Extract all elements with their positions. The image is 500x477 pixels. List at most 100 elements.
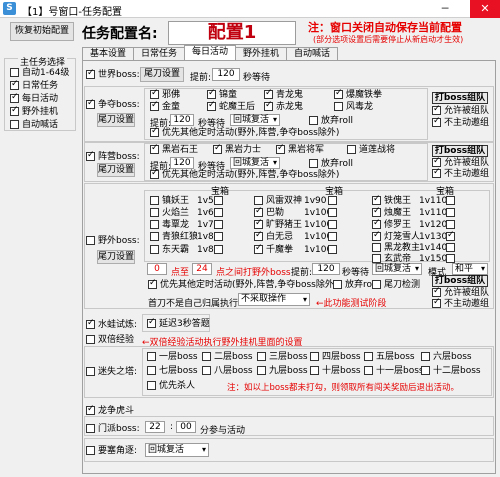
abandon-roll[interactable]: 放弃roll [309,159,353,170]
checkbox[interactable] [310,366,319,375]
priority-kill[interactable]: 优先杀人 [147,381,195,392]
contend-boss-item[interactable]: 金童 [150,100,180,113]
checkbox[interactable] [446,208,455,217]
checkbox[interactable] [364,352,373,361]
revive-select[interactable]: 回城复活 [230,157,280,169]
field-boss-item[interactable]: 黑龙教主 [372,243,420,254]
checkbox[interactable] [150,196,159,205]
checkbox[interactable] [10,79,19,90]
abandon-roll[interactable]: 放弃roll [333,280,377,291]
priority-option[interactable]: 优先其他定时活动(野外,阵营,争夺boss除外) [150,126,339,139]
checkbox[interactable] [328,245,337,254]
allow-team[interactable]: 允许被组队 [432,156,489,169]
checkbox[interactable] [86,98,95,109]
checkbox[interactable] [333,280,342,289]
world-boss-tail-button[interactable]: 尾刀设置 [140,67,184,82]
checkbox[interactable] [86,68,95,79]
checkbox[interactable] [86,236,95,245]
field-boss-toggle[interactable]: 野外boss: [86,236,140,247]
main-task-item[interactable]: 日常任务 [10,79,58,92]
main-task-item[interactable]: 每日活动 [10,92,58,105]
checkbox[interactable] [372,218,381,229]
maze-floor[interactable]: 四层boss [310,352,361,363]
checkbox[interactable] [372,243,381,252]
checkbox[interactable] [150,168,159,179]
checkbox[interactable] [213,143,222,154]
checkbox[interactable] [432,167,441,178]
chest-checkbox[interactable] [214,232,226,243]
priority-option[interactable]: 优先其他定时活动(野外,阵营,争夺boss除外) [150,168,339,181]
field-boss-item[interactable]: 青狼红狼 [150,232,198,243]
tab-shout[interactable]: 自动喊话 [286,47,338,61]
no-group[interactable]: 不主动邀组 [432,167,489,180]
main-task-item[interactable]: 野外挂机 [10,105,58,118]
checkbox[interactable] [372,280,381,289]
chest-checkbox[interactable] [214,208,226,219]
camp-boss-item[interactable]: 道莲战将 [347,145,395,156]
checkbox[interactable] [150,245,159,254]
checkbox[interactable] [147,352,156,361]
checkbox[interactable] [432,297,441,308]
checkbox[interactable] [257,366,266,375]
checkbox[interactable] [214,220,223,229]
contend-boss-item[interactable]: 蛇魔王后 [207,100,255,113]
chest-checkbox[interactable] [328,232,340,243]
field-boss-item[interactable]: 千魔拳 [254,243,293,256]
field-boss-item[interactable]: 毒覃龙 [150,220,189,231]
checkbox[interactable] [86,150,95,161]
allow-team[interactable]: 允许被组队 [432,104,489,117]
checkbox[interactable] [214,245,223,254]
checkbox[interactable] [10,68,19,77]
chest-checkbox[interactable] [214,245,226,256]
main-task-item[interactable]: 自动1-64级 [10,68,69,79]
double-exp-toggle[interactable]: 双倍经验 [86,335,134,346]
chest-checkbox[interactable] [446,208,458,219]
contend-boss-toggle[interactable]: 争夺boss: [86,98,140,111]
checkbox[interactable] [254,243,263,254]
checkbox[interactable] [264,88,273,99]
maze-floor[interactable]: 八层boss [202,366,253,377]
mode-select[interactable]: 和平 [452,263,488,275]
maze-toggle[interactable]: 迷失之塔: [86,367,137,378]
tail-check[interactable]: 尾刀检测 [372,280,420,291]
maze-floor[interactable]: 二层boss [202,352,253,363]
fight-group-toggle[interactable]: 打boss组队 [432,92,488,104]
maze-floor[interactable]: 六层boss [421,352,472,363]
tab-field[interactable]: 野外挂机 [235,47,287,61]
checkbox[interactable] [150,126,159,137]
checkbox[interactable] [372,254,381,263]
checkbox[interactable] [257,352,266,361]
chest-checkbox[interactable] [446,230,458,243]
checkbox[interactable] [214,196,223,205]
checkbox[interactable] [446,196,455,205]
checkbox[interactable] [328,220,337,229]
minute-input[interactable]: 00 [176,421,196,433]
reset-config-button[interactable]: 恢复初始配置 [10,22,74,41]
tab-daily[interactable]: 日常任务 [133,47,185,61]
minimize-button[interactable]: ─ [434,0,456,18]
checkbox[interactable] [421,366,430,375]
checkbox[interactable] [372,206,381,217]
hour-input[interactable]: 22 [145,421,165,433]
checkbox[interactable] [347,145,356,154]
checkbox[interactable] [254,196,263,205]
checkbox[interactable] [86,446,95,455]
checkbox[interactable] [150,220,159,229]
chest-checkbox[interactable] [446,196,458,207]
checkbox[interactable] [328,196,337,205]
checkbox[interactable] [10,92,19,103]
start-hour-input[interactable]: 0 [147,263,167,275]
checkbox[interactable] [147,317,156,328]
checkbox[interactable] [214,232,223,241]
checkbox[interactable] [310,352,319,361]
checkbox[interactable] [254,230,263,241]
checkbox[interactable] [10,120,19,129]
checkbox[interactable] [432,286,441,297]
checkbox[interactable] [86,335,95,344]
checkbox[interactable] [334,102,343,111]
checkbox[interactable] [207,88,216,99]
checkbox[interactable] [202,352,211,361]
maze-floor[interactable]: 三层boss [257,352,308,363]
end-hour-input[interactable]: 24 [192,263,212,275]
camp-boss-item[interactable]: 黑岩力士 [213,143,261,156]
